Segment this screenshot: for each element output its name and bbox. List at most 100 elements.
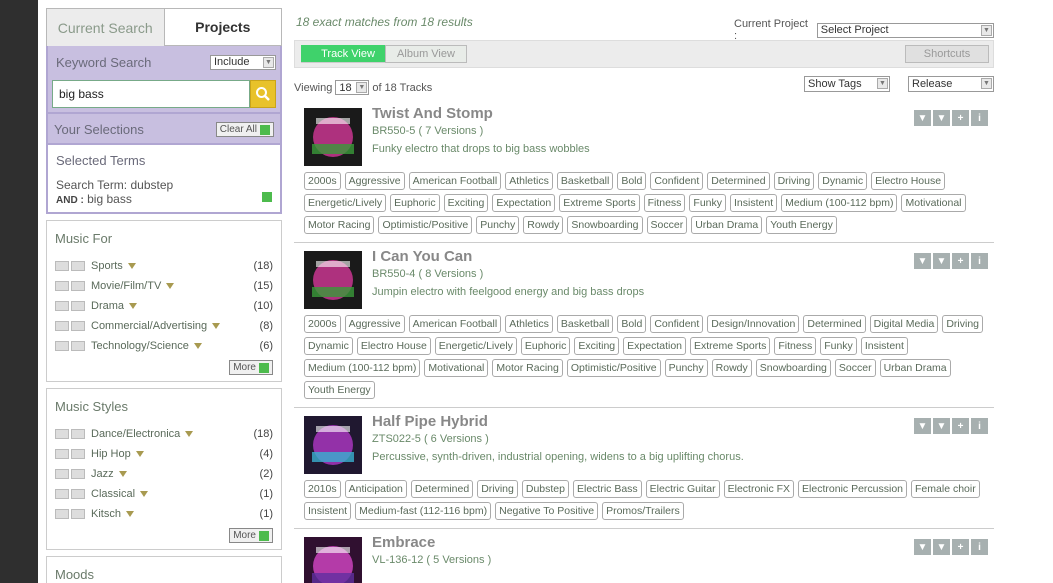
album-art-thumbnail[interactable] [304,416,362,474]
tag-chip[interactable]: Optimistic/Positive [566,359,661,377]
facet-item-label[interactable]: Drama [91,300,124,312]
tag-chip[interactable]: Motor Racing [304,216,375,234]
tag-chip[interactable]: Punchy [664,359,708,377]
info-icon[interactable]: i [971,418,988,434]
tab-projects[interactable]: Projects [164,8,282,46]
triangle-down-icon[interactable] [140,491,149,497]
tag-chip[interactable]: Snowboarding [567,216,643,234]
track-versions[interactable]: BR550-5 ( 7 Versions ) [372,125,590,137]
download-all-icon[interactable]: ▼ [933,253,950,269]
tag-chip[interactable]: Youth Energy [304,381,375,399]
tag-chip[interactable]: Expectation [623,337,687,355]
facet-item-label[interactable]: Jazz [91,468,114,480]
tag-chip[interactable]: Motor Racing [492,359,563,377]
tag-chip[interactable]: Extreme Sports [559,194,640,212]
tag-chip[interactable]: Driving [942,315,984,333]
exclude-toggle[interactable] [55,509,69,519]
tag-chip[interactable]: Confident [650,315,704,333]
tag-chip[interactable]: Electro House [871,172,946,190]
facet-item[interactable]: Commercial/Advertising (8) [55,316,273,336]
add-to-project-icon[interactable]: + [952,110,969,126]
tag-chip[interactable]: Electronic Percussion [798,480,908,498]
tag-chip[interactable]: Driving [773,172,815,190]
tag-chip[interactable]: Athletics [505,315,553,333]
tag-chip[interactable]: Basketball [556,315,614,333]
tag-chip[interactable]: Rowdy [711,359,752,377]
facet-item[interactable]: Technology/Science (6) [55,336,273,356]
add-to-project-icon[interactable]: + [952,418,969,434]
tag-chip[interactable]: Fitness [643,194,686,212]
project-select[interactable]: Select Project ▼ [816,22,994,38]
facet-item-label[interactable]: Classical [91,488,135,500]
tag-chip[interactable]: Insistent [860,337,908,355]
per-page-select[interactable]: 18 ▼ [335,80,370,95]
tag-chip[interactable]: Electric Guitar [645,480,720,498]
track-versions[interactable]: BR550-4 ( 8 Versions ) [372,268,644,280]
facet-item-label[interactable]: Commercial/Advertising [91,320,207,332]
tag-chip[interactable]: 2010s [304,480,341,498]
include-toggle[interactable] [71,449,85,459]
tag-chip[interactable]: Motivational [424,359,489,377]
exclude-toggle[interactable] [55,301,69,311]
remove-term-icon[interactable] [262,192,272,202]
download-icon[interactable]: ▼ [914,539,931,555]
exclude-toggle[interactable] [55,489,69,499]
tag-chip[interactable]: American Football [408,172,502,190]
tag-chip[interactable]: Funky [689,194,727,212]
include-toggle[interactable] [71,469,85,479]
triangle-down-icon[interactable] [193,343,202,349]
album-art-thumbnail[interactable] [304,251,362,309]
exclude-toggle[interactable] [55,281,69,291]
tag-chip[interactable]: Youth Energy [766,216,837,234]
triangle-down-icon[interactable] [185,431,194,437]
tag-chip[interactable]: Euphoric [520,337,571,355]
more-button[interactable]: More [229,360,273,375]
track-versions[interactable]: VL-136-12 ( 5 Versions ) [372,554,491,566]
tag-chip[interactable]: Soccer [834,359,876,377]
more-button[interactable]: More [229,528,273,543]
include-toggle[interactable] [71,341,85,351]
tag-chip[interactable]: Extreme Sports [690,337,771,355]
include-toggle[interactable] [71,489,85,499]
tag-chip[interactable]: Funky [820,337,857,355]
include-toggle[interactable] [71,509,85,519]
tag-chip[interactable]: Determined [707,172,770,190]
triangle-down-icon[interactable] [125,511,134,517]
tag-chip[interactable]: Urban Drama [879,359,951,377]
facet-item[interactable]: Classical (1) [55,484,273,504]
download-all-icon[interactable]: ▼ [933,418,950,434]
tag-chip[interactable]: Medium (100-112 bpm) [304,359,421,377]
tag-chip[interactable]: Energetic/Lively [304,194,387,212]
facet-item-label[interactable]: Hip Hop [91,448,131,460]
exclude-toggle[interactable] [55,321,69,331]
tag-chip[interactable]: Confident [650,172,704,190]
include-toggle[interactable] [71,301,85,311]
clear-all-button[interactable]: Clear All [215,122,274,137]
album-art-thumbnail[interactable] [304,537,362,583]
facet-item-label[interactable]: Kitsch [91,508,121,520]
download-icon[interactable]: ▼ [914,418,931,434]
tag-chip[interactable]: Exciting [443,194,489,212]
tag-chip[interactable]: Design/Innovation [707,315,800,333]
triangle-down-icon[interactable] [118,471,127,477]
tag-chip[interactable]: Euphoric [390,194,440,212]
add-to-project-icon[interactable]: + [952,253,969,269]
tag-chip[interactable]: Expectation [492,194,556,212]
tag-chip[interactable]: Urban Drama [691,216,763,234]
triangle-down-icon[interactable] [166,283,175,289]
sort-select[interactable]: Release ▼ [908,76,994,92]
tag-chip[interactable]: Bold [617,172,647,190]
tag-chip[interactable]: Determined [803,315,866,333]
include-toggle[interactable] [71,321,85,331]
tag-chip[interactable]: 2000s [304,315,341,333]
search-input[interactable]: big bass [52,80,250,108]
tag-chip[interactable]: Rowdy [523,216,564,234]
tag-chip[interactable]: Female choir [911,480,980,498]
track-title[interactable]: I Can You Can [372,248,644,265]
facet-item[interactable]: Sports (18) [55,256,273,276]
triangle-down-icon[interactable] [129,303,138,309]
triangle-down-icon[interactable] [135,451,144,457]
tag-chip[interactable]: Aggressive [344,172,405,190]
tag-chip[interactable]: Negative To Positive [495,502,599,520]
tag-chip[interactable]: Fitness [774,337,817,355]
